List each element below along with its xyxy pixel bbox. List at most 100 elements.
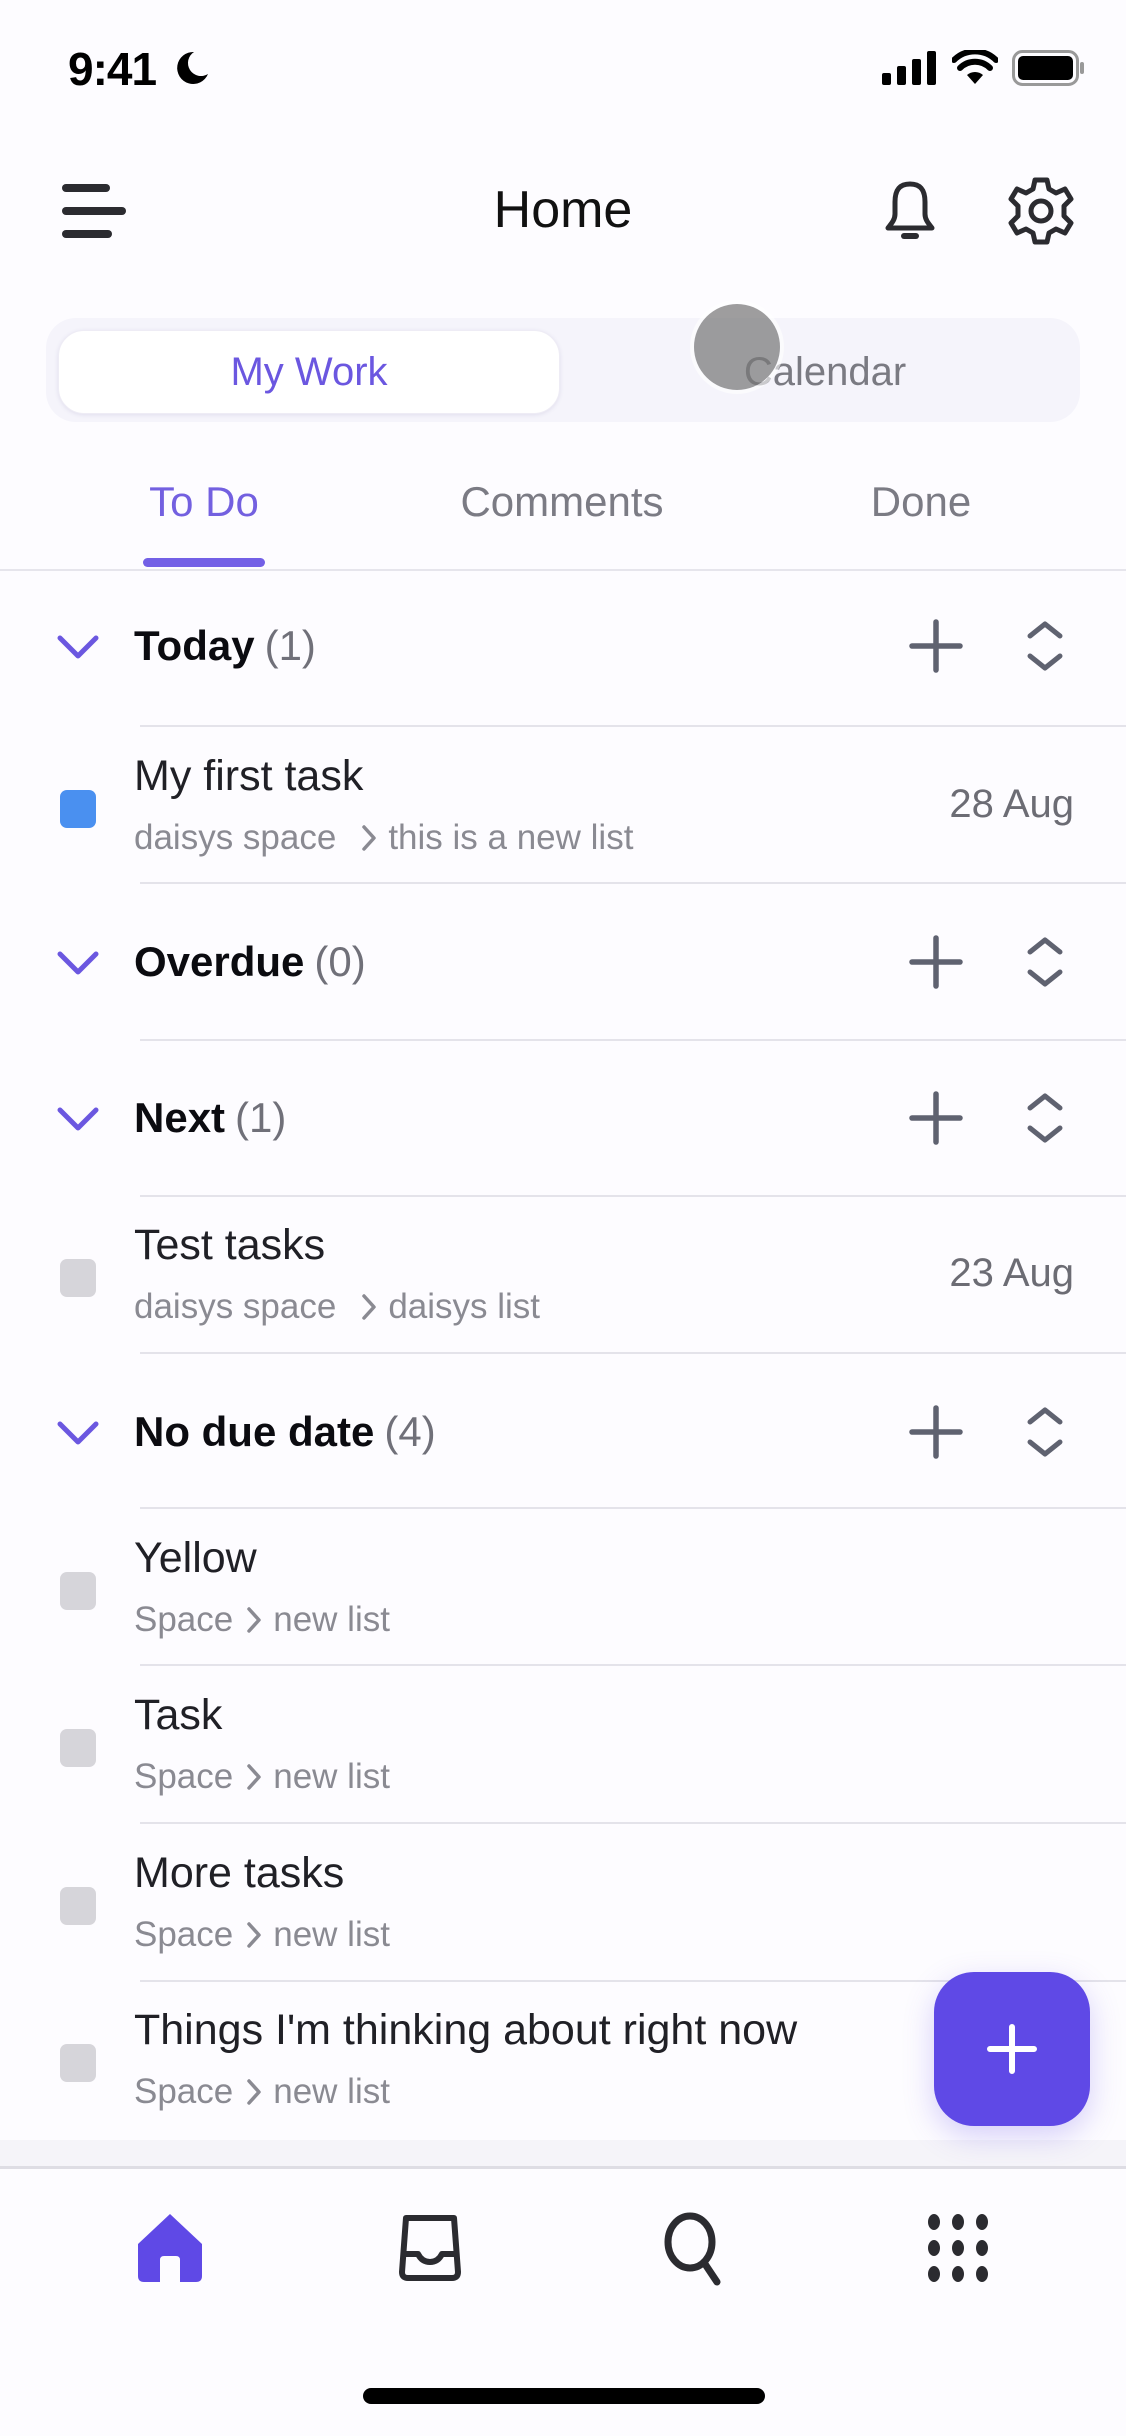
task-row[interactable]: Task Space new list [0, 1671, 1126, 1821]
tab-comments[interactable]: Comments [430, 478, 694, 526]
task-space: Space [134, 1915, 234, 1954]
divider [140, 725, 1126, 727]
task-location: daisys space this is a new list [134, 818, 633, 858]
task-list: new list [273, 2072, 390, 2111]
wifi-icon [952, 50, 998, 84]
task-status-checkbox[interactable] [60, 1259, 96, 1297]
add-task-icon[interactable] [906, 1402, 966, 1462]
divider [140, 1039, 1126, 1041]
section-header-no-due-date[interactable]: No due date (4) [0, 1392, 1126, 1472]
chevron-down-icon[interactable] [54, 1094, 102, 1142]
segment-calendar[interactable]: Calendar [580, 330, 1070, 414]
chevron-right-icon [247, 1922, 261, 1948]
section-count: (1) [235, 1094, 287, 1141]
sort-icon[interactable] [1022, 1088, 1068, 1148]
task-title: My first task [134, 752, 364, 800]
sort-icon[interactable] [1022, 616, 1068, 676]
section-title: Today (1) [134, 622, 316, 669]
task-due-date: 28 Aug [949, 782, 1074, 826]
add-task-fab[interactable] [934, 1972, 1090, 2126]
chevron-right-icon [247, 2079, 261, 2105]
section-header-next[interactable]: Next (1) [0, 1078, 1126, 1158]
home-icon[interactable] [132, 2210, 208, 2286]
divider [140, 1822, 1126, 1824]
sort-icon[interactable] [1022, 1402, 1068, 1462]
sort-icon[interactable] [1022, 932, 1068, 992]
chevron-right-icon [362, 1294, 377, 1320]
divider [140, 1352, 1126, 1354]
divider [140, 1664, 1126, 1666]
task-title: Yellow [134, 1534, 257, 1582]
section-title: Next (1) [134, 1094, 287, 1141]
section-count: (1) [264, 622, 316, 669]
tab-to-do[interactable]: To Do [120, 478, 288, 526]
task-list: new list [273, 1600, 390, 1639]
task-row[interactable]: Test tasks daisys space daisys list 23 A… [0, 1201, 1126, 1351]
chevron-down-icon[interactable] [54, 938, 102, 986]
task-title: Task [134, 1691, 223, 1739]
task-location: daisys space daisys list [134, 1287, 540, 1327]
gear-icon[interactable] [1006, 176, 1076, 246]
divider [140, 1195, 1126, 1197]
tabs-divider [0, 569, 1126, 571]
task-row[interactable]: My first task daisys space this is a new… [0, 732, 1126, 882]
divider [140, 882, 1126, 884]
task-list: new list [273, 1757, 390, 1796]
page-title: Home [493, 181, 633, 239]
section-header-today[interactable]: Today (1) [0, 606, 1126, 686]
chevron-down-icon[interactable] [54, 1408, 102, 1456]
home-indicator [363, 2388, 765, 2404]
search-icon[interactable] [657, 2210, 733, 2286]
battery-icon [1012, 50, 1084, 86]
touch-indicator [694, 304, 780, 390]
bell-icon[interactable] [880, 178, 940, 244]
status-icons [882, 50, 1086, 86]
task-title: More tasks [134, 1849, 345, 1897]
task-row[interactable]: Yellow Space new list [0, 1514, 1126, 1664]
segment-my-work[interactable]: My Work [58, 330, 560, 414]
section-header-overdue[interactable]: Overdue (0) [0, 922, 1126, 1002]
divider [140, 1507, 1126, 1509]
inbox-icon[interactable] [392, 2210, 468, 2286]
plus-icon [987, 2024, 1037, 2074]
task-location: Space new list [134, 1915, 390, 1955]
task-space: Space [134, 1600, 234, 1639]
cellular-signal-icon [882, 51, 936, 85]
add-task-icon[interactable] [906, 616, 966, 676]
task-status-checkbox[interactable] [60, 1729, 96, 1767]
task-status-checkbox[interactable] [60, 2044, 96, 2082]
task-status-checkbox[interactable] [60, 1887, 96, 1925]
chevron-right-icon [362, 825, 377, 851]
moon-icon [177, 51, 208, 84]
task-list: new list [273, 1915, 390, 1954]
task-space: daisys space [134, 818, 337, 857]
grid-icon[interactable] [920, 2210, 996, 2286]
section-count: (0) [314, 938, 366, 985]
list-footer [0, 2140, 1126, 2166]
status-time: 9:41 [68, 43, 157, 95]
active-tab-indicator [143, 558, 265, 567]
add-task-icon[interactable] [906, 932, 966, 992]
section-count: (4) [384, 1408, 436, 1455]
section-title: Overdue (0) [134, 938, 366, 985]
section-title: No due date (4) [134, 1408, 436, 1455]
task-location: Space new list [134, 2072, 390, 2112]
task-space: Space [134, 2072, 234, 2111]
task-space: Space [134, 1757, 234, 1796]
task-status-checkbox[interactable] [60, 1572, 96, 1610]
task-space: daisys space [134, 1287, 337, 1326]
task-row[interactable]: More tasks Space new list [0, 1829, 1126, 1979]
add-task-icon[interactable] [906, 1088, 966, 1148]
task-list: this is a new list [388, 818, 634, 857]
task-status-checkbox[interactable] [60, 790, 96, 828]
task-list: daisys list [388, 1287, 541, 1326]
chevron-right-icon [247, 1764, 261, 1790]
task-title: Test tasks [134, 1221, 326, 1269]
chevron-right-icon [247, 1607, 261, 1633]
task-due-date: 23 Aug [949, 1251, 1074, 1295]
tab-done[interactable]: Done [846, 478, 996, 526]
task-title: Things I'm thinking about right now [134, 2006, 798, 2054]
task-location: Space new list [134, 1600, 390, 1640]
task-location: Space new list [134, 1757, 390, 1797]
chevron-down-icon[interactable] [54, 622, 102, 670]
